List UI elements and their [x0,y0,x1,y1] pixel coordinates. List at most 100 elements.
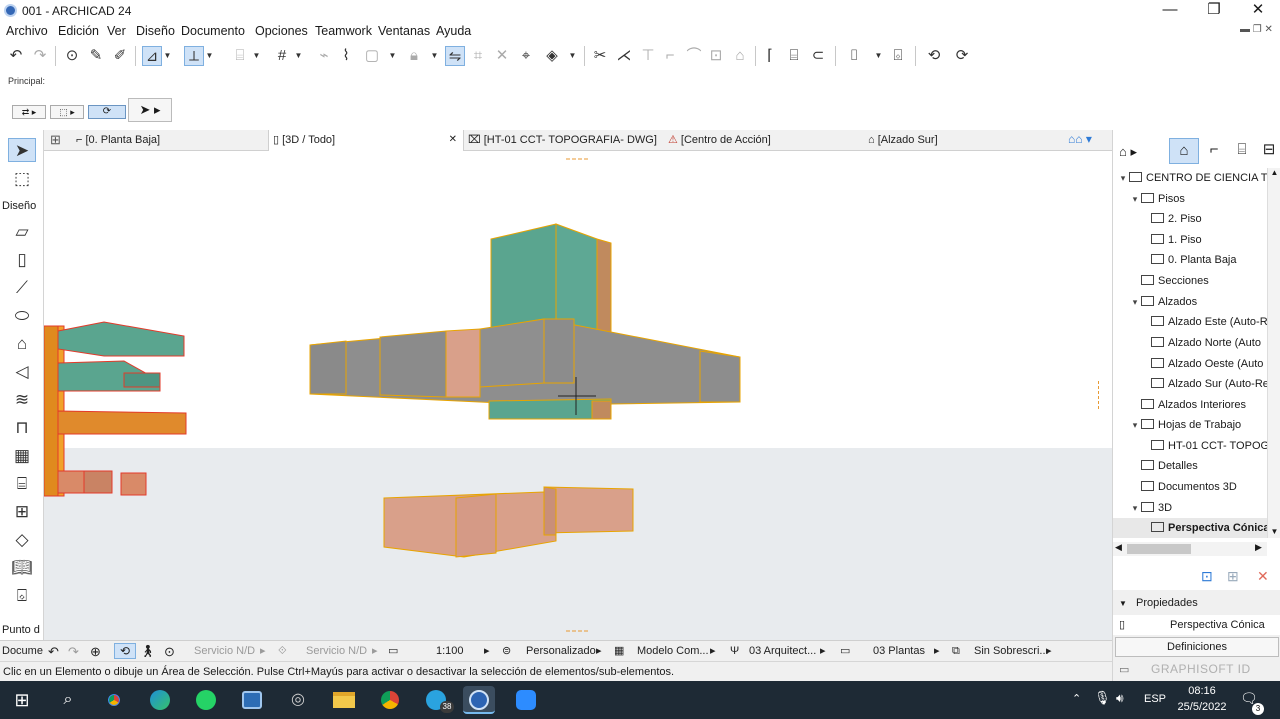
inject-parameters-icon[interactable]: ✐ [110,46,130,66]
orbit-icon[interactable]: ⟲ [114,643,136,659]
offset-icon[interactable]: ⌖ [516,46,536,66]
tab-3d-todo[interactable]: ▯ [3D / Todo] ✕ [268,130,464,151]
graphisoft-id-label[interactable]: GRAPHISOFT ID [1151,662,1251,676]
chevron-down-icon[interactable]: ▼ [163,46,172,66]
trace-reference-icon[interactable]: ⌸ [230,46,250,66]
tab-centro-de-accion[interactable]: ⚠ [Centro de Acción] [664,130,862,151]
guide-lines-icon[interactable]: ⊿ [142,46,162,66]
search-icon[interactable]: ⌕ [52,686,84,714]
chevron-down-icon[interactable]: ▾ [1129,189,1141,209]
delete-view-icon[interactable]: ✕ [1257,568,1269,585]
chrome-profile-icon[interactable] [374,686,406,714]
clock-date[interactable]: 25/5/2022 [1166,701,1238,713]
chevron-down-icon[interactable]: ▾ [1129,292,1141,312]
chevron-down-icon[interactable]: ▼ [430,46,439,66]
column-tool-icon[interactable]: ▯ [8,248,36,272]
tree-item-3d[interactable]: ▾ 3D [1113,498,1280,518]
redo-view-icon[interactable]: ↷ [68,644,79,659]
whatsapp-icon[interactable] [190,686,222,714]
pointer-mode-icon[interactable]: ⟳ [88,105,126,119]
roof-tool-icon[interactable]: ⌂ [8,332,36,356]
tree-item-alzados-interiores[interactable]: Alzados Interiores [1113,395,1280,415]
fit-in-window-icon[interactable]: ⊙ [164,644,175,659]
chrome-icon[interactable] [98,686,130,714]
undo-icon[interactable]: ↶ [6,46,26,66]
chevron-down-icon[interactable]: ▼ [205,46,214,66]
navigator-vertical-scrollbar[interactable]: ▲ ▼ [1267,168,1280,538]
tab-ht01-topografia[interactable]: ⌧ [HT-01 CCT- TOPOGRAFIA- DWG] [464,130,662,151]
explode-icon[interactable]: ⌂ [730,46,750,66]
tree-item-detalles[interactable]: Detalles [1113,456,1280,476]
scrollbar-thumb[interactable] [1127,544,1191,554]
publish-icon[interactable]: ⌸ [784,46,804,66]
windows-start-icon[interactable]: ⊞ [6,686,38,714]
send-receive-icon[interactable]: ⟳ [952,46,972,66]
chevron-down-icon[interactable]: ▼ [252,46,261,66]
3d-model-canvas[interactable] [44,151,1112,640]
navigator-horizontal-scrollbar[interactable]: ◀ ▶ [1113,542,1267,556]
wall-tool-icon[interactable]: ▱ [8,220,36,244]
window-tool-icon[interactable]: ⊞ [8,500,36,524]
tree-root[interactable]: ▾ CENTRO DE CIENCIA TE [1113,168,1280,188]
suspend-groups-icon[interactable]: ⌁ [314,46,334,66]
tree-item-1-piso[interactable]: 1. Piso [1113,230,1280,250]
minimize-button[interactable]: — [1148,0,1192,22]
arrow-settings-button[interactable]: ➤ ▸ [128,98,172,122]
tab-planta-baja[interactable]: ⌐ [0. Planta Baja] [72,130,268,151]
tree-item-documentos-3d[interactable]: Documentos 3D [1113,477,1280,497]
curtain-wall-tool-icon[interactable]: ▦ [8,444,36,468]
viewport-side-handle[interactable] [1098,381,1106,409]
door-tool-icon[interactable]: ⌸ [8,472,36,496]
stair-tool-icon[interactable]: ≋ [8,388,36,412]
scale-value[interactable]: 1:100 [436,644,464,659]
custom-setting[interactable]: Personalizado [526,644,596,659]
menu-ver[interactable]: Ver [107,23,126,39]
service-1[interactable]: Servicio N/D [194,644,255,659]
tab-alzado-sur[interactable]: ⌂ [Alzado Sur] [864,130,1064,151]
railing-tool-icon[interactable]: ⊓ [8,416,36,440]
new-view-icon[interactable]: ⊡ [1201,568,1213,585]
pick-up-parameters-icon[interactable]: ✎ [86,46,106,66]
clone-view-icon[interactable]: ⊞ [1227,568,1239,585]
snap-guides-icon[interactable]: ⟂ [184,46,204,66]
chevron-down-icon[interactable]: ▼ [294,46,303,66]
arrow-tool-icon[interactable]: ➤ [8,138,36,162]
properties-header[interactable]: ▼ Propiedades [1119,597,1198,609]
chevron-down-icon[interactable]: ▼ [1119,599,1127,608]
menu-documento[interactable]: Documento [181,23,245,39]
tree-item-alzado-este[interactable]: Alzado Este (Auto-R [1113,312,1280,332]
tree-item-perspectiva-conica[interactable]: Perspectiva Cónica [1113,518,1280,538]
mdi-controls[interactable]: ▬ ❐ ✕ [1240,24,1273,35]
zone-tool-icon[interactable]: ⌺ [8,584,36,608]
zoom-meeting-icon[interactable] [510,686,542,714]
chevron-down-icon[interactable]: ▾ [1129,498,1141,518]
chevron-down-icon[interactable]: ▼ [874,46,883,66]
monitor-icon[interactable]: ▭ [1119,663,1129,676]
tray-chevron-up-icon[interactable]: ⌃ [1072,692,1081,705]
sync-icon[interactable]: ⟲ [924,46,944,66]
volume-icon[interactable]: 🔊︎ [1116,691,1124,706]
split-icon[interactable]: ✂ [590,46,610,66]
tree-item-alzado-norte[interactable]: Alzado Norte (Auto [1113,333,1280,353]
fillet-icon[interactable]: ⌐ [660,46,680,66]
zoom-in-icon[interactable]: ⊕ [90,644,101,659]
3d-navigation-icon[interactable]: ◈ [542,46,562,66]
grid-snap-icon[interactable]: # [272,46,292,66]
teamwork-icon[interactable]: ⌺ [888,46,908,66]
layout-book-icon[interactable]: ⌸ [1229,138,1255,164]
navigator-mode-icon[interactable]: ⌂ ▸ [1119,144,1137,160]
chevron-down-icon[interactable]: ▾ [1117,168,1129,188]
rotate-icon[interactable]: ✕ [492,46,512,66]
restore-button[interactable]: ❐ [1192,0,1236,22]
tree-item-pisos[interactable]: ▾ Pisos [1113,189,1280,209]
menu-diseno[interactable]: Diseño [136,23,175,39]
lock-icon[interactable]: 🔒︎ [404,46,424,66]
redo-icon[interactable]: ↷ [30,46,50,66]
menu-ventanas[interactable]: Ventanas [378,23,430,39]
chevron-down-icon[interactable]: ▼ [568,46,577,66]
tab-overview-icon[interactable]: ⊞ [50,132,61,148]
object-tool-icon[interactable]: 📖︎ [8,556,36,580]
media-icon[interactable] [236,686,268,714]
file-explorer-icon[interactable] [328,686,360,714]
3d-viewport[interactable] [44,151,1112,640]
